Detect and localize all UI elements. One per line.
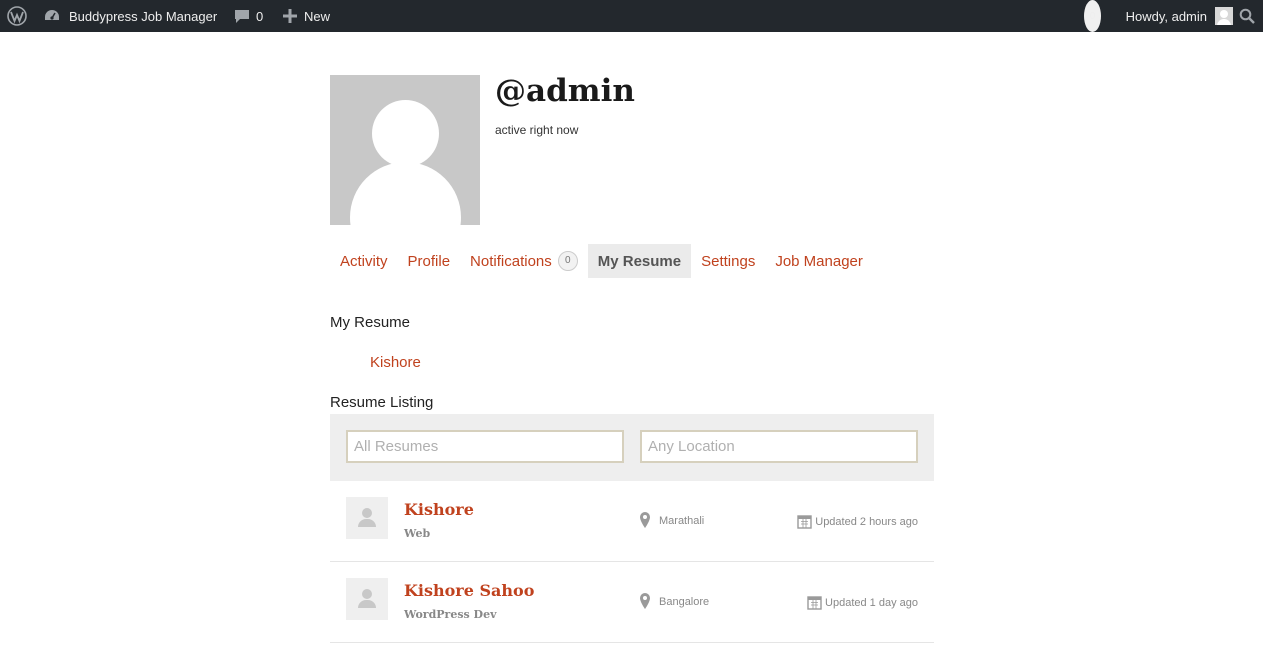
notifications-count-badge: 0 (557, 251, 578, 271)
new-label: New (304, 8, 331, 24)
my-resume-link[interactable]: Kishore (370, 354, 421, 371)
site-name-label: Buddypress Job Manager (69, 8, 218, 24)
comment-icon (235, 10, 249, 23)
notifications-count-bubble[interactable]: 0 (1084, 0, 1101, 32)
candidate-location: Marathali (659, 515, 705, 527)
profile-nav: Activity Profile Notifications 0 My Resu… (330, 244, 873, 278)
profile-avatar[interactable] (330, 75, 480, 225)
candidate-title: WordPress Dev (404, 608, 497, 621)
keywords-search-input[interactable] (346, 430, 624, 463)
profile-username: @admin (495, 73, 635, 109)
resume-list-item[interactable]: Kishore Web Marathali Updated 2 hours ag… (330, 481, 934, 562)
calendar-icon (797, 515, 812, 529)
my-account-link[interactable]: Howdy, admin (1126, 0, 1233, 32)
wordpress-logo-icon[interactable] (7, 0, 27, 32)
tab-notifications[interactable]: Notifications 0 (460, 244, 588, 278)
resume-filter-bar (330, 414, 934, 481)
updated-text: Updated 1 day ago (825, 596, 918, 609)
updated-date: Updated 2 hours ago (797, 514, 918, 529)
candidate-title: Web (404, 527, 431, 540)
comments-count: 0 (256, 8, 264, 24)
admin-bar: Buddypress Job Manager 0 New 0 Howdy, ad… (0, 0, 1263, 32)
search-icon[interactable] (1239, 0, 1255, 32)
location-search-input[interactable] (640, 430, 918, 463)
calendar-icon (807, 596, 822, 610)
updated-text: Updated 2 hours ago (815, 515, 918, 528)
resume-list-item[interactable]: Kishore Sahoo WordPress Dev Bangalore Up… (330, 562, 934, 643)
candidate-avatar (346, 497, 388, 539)
resume-listing-heading: Resume Listing (330, 394, 434, 411)
updated-date: Updated 1 day ago (807, 595, 918, 610)
comments-link[interactable]: 0 (234, 0, 263, 32)
my-resume-heading: My Resume (330, 314, 411, 331)
tab-notifications-label: Notifications (470, 252, 552, 270)
tab-activity[interactable]: Activity (330, 244, 398, 278)
tab-my-resume[interactable]: My Resume (587, 244, 692, 278)
plus-icon (283, 9, 297, 23)
tab-profile[interactable]: Profile (398, 244, 461, 278)
site-name-link[interactable]: Buddypress Job Manager (43, 0, 217, 32)
avatar (1215, 7, 1233, 25)
new-content-link[interactable]: New (283, 0, 330, 32)
candidate-name[interactable]: Kishore (404, 500, 474, 519)
map-pin-icon (640, 512, 650, 528)
candidate-avatar (346, 578, 388, 620)
candidate-name[interactable]: Kishore Sahoo (404, 581, 534, 600)
avatar-body-shape (350, 162, 461, 225)
tab-settings[interactable]: Settings (691, 244, 765, 278)
howdy-label: Howdy, admin (1125, 8, 1207, 24)
activity-status: active right now (495, 123, 579, 137)
dashboard-icon (45, 10, 59, 20)
avatar-head-shape (372, 100, 439, 167)
candidate-location: Bangalore (659, 596, 710, 608)
map-pin-icon (640, 593, 650, 609)
tab-job-manager[interactable]: Job Manager (765, 244, 873, 278)
